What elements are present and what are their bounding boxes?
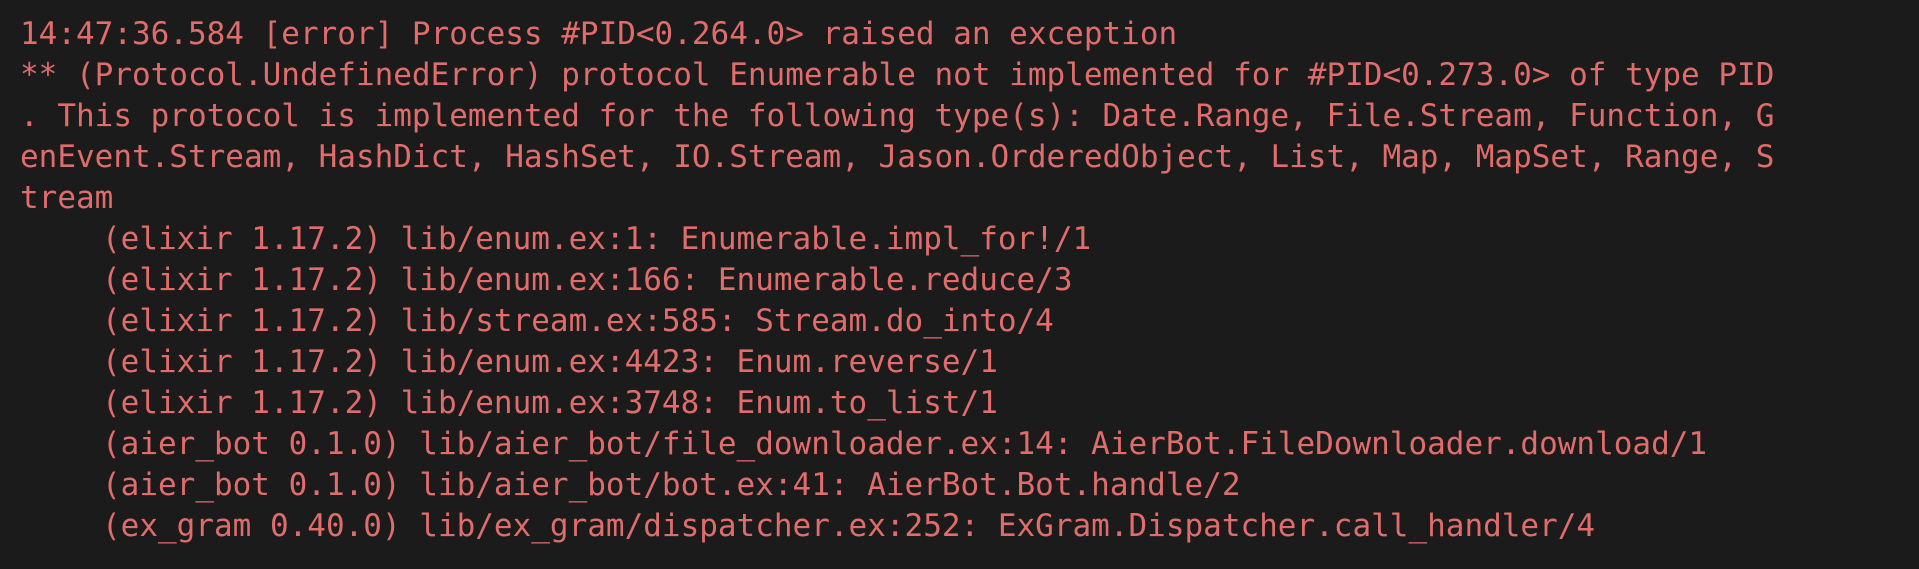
stacktrace-line: (ex_gram 0.40.0) lib/ex_gram/dispatcher.… — [102, 508, 1596, 544]
stacktrace-line: (elixir 1.17.2) lib/enum.ex:4423: Enum.r… — [102, 344, 998, 380]
stacktrace-line: (elixir 1.17.2) lib/enum.ex:3748: Enum.t… — [102, 385, 998, 421]
exception-line: ** (Protocol.UndefinedError) protocol En… — [20, 57, 1775, 93]
terminal-output: 14:47:36.584 [error] Process #PID<0.264.… — [0, 0, 1919, 569]
stacktrace-line: (aier_bot 0.1.0) lib/aier_bot/bot.ex:41:… — [102, 467, 1241, 503]
stacktrace-line: (elixir 1.17.2) lib/enum.ex:1: Enumerabl… — [102, 221, 1092, 257]
exception-line: tream — [20, 180, 114, 216]
exception-line: . This protocol is implemented for the f… — [20, 98, 1775, 134]
exception-line: enEvent.Stream, HashDict, HashSet, IO.St… — [20, 139, 1775, 175]
stacktrace-line: (elixir 1.17.2) lib/stream.ex:585: Strea… — [102, 303, 1054, 339]
stacktrace-line: (aier_bot 0.1.0) lib/aier_bot/file_downl… — [102, 426, 1708, 462]
stacktrace-line: (elixir 1.17.2) lib/enum.ex:166: Enumera… — [102, 262, 1073, 298]
log-error-line: 14:47:36.584 [error] Process #PID<0.264.… — [20, 16, 1178, 52]
